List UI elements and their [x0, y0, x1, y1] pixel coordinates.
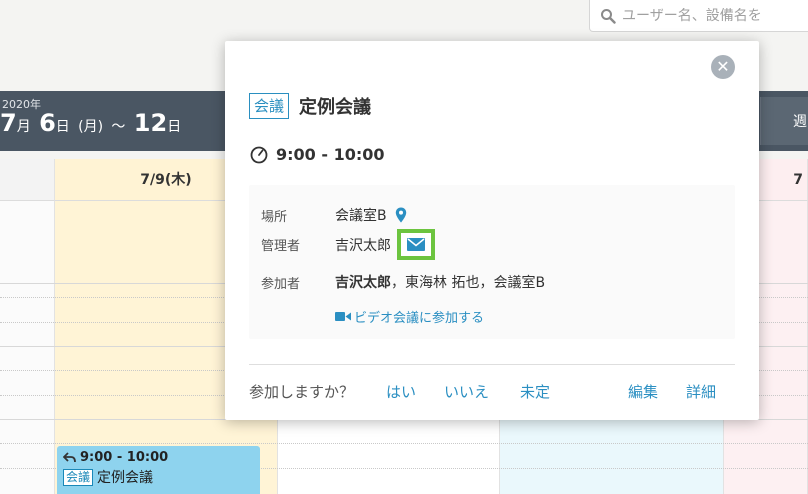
- edit-button[interactable]: 編集: [628, 381, 658, 402]
- manager-value: 吉沢太郎: [335, 237, 391, 254]
- close-icon: ✕: [716, 57, 730, 76]
- map-pin-icon[interactable]: [395, 207, 407, 223]
- join-video-meeting-link[interactable]: ビデオ会議に参加する: [335, 307, 484, 326]
- manager-row: 管理者 吉沢太郎: [261, 229, 435, 260]
- place-value: 会議室B: [335, 208, 387, 224]
- day-unit: 日: [55, 119, 70, 135]
- manager-label: 管理者: [261, 239, 301, 254]
- event-card[interactable]: 9:00 - 10:00 会議 定例会議: [57, 446, 260, 494]
- event-time-row: 9:00 - 10:00: [250, 145, 385, 164]
- send-mail-button[interactable]: [397, 229, 435, 260]
- join-video-meeting-label: ビデオ会議に参加する: [354, 311, 485, 326]
- search-box[interactable]: [589, 0, 808, 32]
- attend-question: 参加しますか？: [249, 383, 355, 401]
- event-card-title-row: 会議 定例会議: [63, 467, 254, 487]
- attend-yes-button[interactable]: はい: [386, 381, 416, 402]
- month-unit: 月: [16, 119, 31, 135]
- range-separator: ～: [111, 119, 126, 135]
- date-range: 7月 6日 (月) ～ 12日: [0, 109, 181, 137]
- participants-label: 参加者: [261, 276, 301, 292]
- details-button[interactable]: 詳細: [686, 381, 716, 402]
- range-start-dow: (月): [78, 119, 104, 135]
- event-title: 定例会議: [299, 97, 372, 118]
- range-end-unit: 日: [167, 119, 182, 135]
- week-view-button[interactable]: 週: [760, 97, 808, 145]
- mail-icon: [407, 238, 425, 251]
- range-end-day: 12: [133, 109, 168, 137]
- popup-title-row: 会議 定例会議: [249, 93, 371, 119]
- divider: [249, 364, 735, 365]
- search-icon: [601, 8, 616, 24]
- event-time: 9:00 - 10:00: [276, 145, 385, 164]
- place-row: 場所 会議室B: [261, 205, 407, 225]
- category-tag: 会議: [249, 93, 290, 119]
- attend-undecided-button[interactable]: 未定: [520, 381, 550, 402]
- event-details: 場所 会議室B 管理者 吉沢太郎 参加者 吉沢太郎 ，東海林 拓也，会議室B ビ…: [249, 185, 735, 339]
- participant-others: ，東海林 拓也，会議室B: [391, 275, 546, 291]
- event-detail-popup: ✕ 会議 定例会議 9:00 - 10:00 場所 会議室B 管理者 吉沢太郎: [225, 41, 759, 420]
- participants-row: 参加者 吉沢太郎 ，東海林 拓也，会議室B: [261, 272, 545, 292]
- event-card-time: 9:00 - 10:00: [80, 450, 169, 465]
- time-gutter: [0, 201, 55, 494]
- participant-self: 吉沢太郎: [335, 275, 391, 291]
- grid-line: [0, 443, 808, 444]
- attend-no-button[interactable]: いいえ: [444, 381, 489, 402]
- event-card-time-row: 9:00 - 10:00: [63, 450, 254, 465]
- event-card-title: 定例会議: [97, 470, 154, 486]
- event-card-category-tag: 会議: [63, 468, 94, 486]
- reply-icon: [63, 452, 76, 463]
- range-start-month: 7: [0, 109, 17, 137]
- range-start-day: 6: [39, 109, 56, 137]
- close-button[interactable]: ✕: [711, 55, 735, 79]
- column-header: [0, 159, 55, 201]
- video-camera-icon: [335, 312, 351, 321]
- search-input[interactable]: [622, 7, 808, 24]
- place-label: 場所: [261, 209, 288, 225]
- clock-icon: [250, 146, 268, 163]
